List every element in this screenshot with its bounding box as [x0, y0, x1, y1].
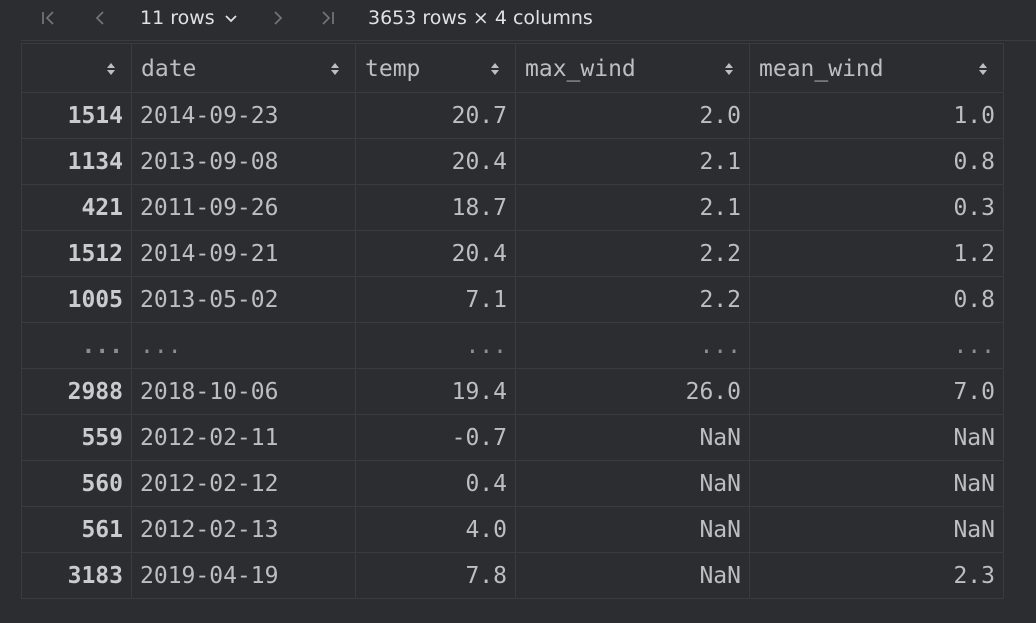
- pagination-toolbar: 11 rows 3653 rows × 4 columns: [21, 0, 1036, 41]
- temp-cell[interactable]: 18.7: [355, 184, 516, 231]
- temp-cell[interactable]: 20.7: [355, 92, 516, 139]
- column-header-date[interactable]: date: [131, 43, 356, 93]
- row-index-cell: 3183: [21, 552, 132, 599]
- column-header-label: date: [141, 55, 197, 82]
- row-index-cell: 559: [21, 414, 132, 461]
- mean-wind-cell[interactable]: 0.3: [749, 184, 1004, 231]
- mean-wind-cell[interactable]: 2.3: [749, 552, 1004, 599]
- max-wind-cell[interactable]: 2.2: [515, 230, 750, 277]
- temp-cell[interactable]: 4.0: [355, 506, 516, 553]
- sort-icon[interactable]: [723, 45, 735, 92]
- chevron-left-icon: [95, 11, 104, 25]
- column-header-temp[interactable]: temp: [355, 43, 516, 93]
- sort-icon[interactable]: [329, 45, 341, 92]
- column-header-label: mean_wind: [759, 55, 884, 82]
- row-index-cell: 1134: [21, 138, 132, 185]
- row-index-cell: 1512: [21, 230, 132, 277]
- date-cell: ...: [131, 322, 356, 369]
- mean-wind-cell[interactable]: 1.2: [749, 230, 1004, 277]
- rows-per-page-value: 11 rows: [140, 7, 215, 29]
- temp-cell[interactable]: 20.4: [355, 230, 516, 277]
- ellipsis-row: ... ... ... ... ...: [21, 322, 1004, 369]
- mean-wind-cell[interactable]: 7.0: [749, 368, 1004, 415]
- sort-icon[interactable]: [105, 45, 117, 92]
- mean-wind-cell[interactable]: NaN: [749, 460, 1004, 507]
- table-row[interactable]: 1005 2013-05-02 7.1 2.2 0.8: [21, 276, 1004, 323]
- date-cell[interactable]: 2014-09-21: [131, 230, 356, 277]
- date-cell[interactable]: 2013-09-08: [131, 138, 356, 185]
- table-row[interactable]: 560 2012-02-12 0.4 NaN NaN: [21, 460, 1004, 507]
- date-cell[interactable]: 2012-02-12: [131, 460, 356, 507]
- row-index-cell: 1005: [21, 276, 132, 323]
- date-cell[interactable]: 2018-10-06: [131, 368, 356, 415]
- max-wind-cell[interactable]: NaN: [515, 506, 750, 553]
- temp-cell[interactable]: 20.4: [355, 138, 516, 185]
- table-row[interactable]: 2988 2018-10-06 19.4 26.0 7.0: [21, 368, 1004, 415]
- table-shape-summary: 3653 rows × 4 columns: [368, 7, 593, 29]
- mean-wind-cell[interactable]: NaN: [749, 414, 1004, 461]
- table-row[interactable]: 3183 2019-04-19 7.8 NaN 2.3: [21, 552, 1004, 599]
- date-cell[interactable]: 2012-02-13: [131, 506, 356, 553]
- max-wind-cell[interactable]: 2.2: [515, 276, 750, 323]
- first-page-button[interactable]: [35, 0, 63, 36]
- mean-wind-cell[interactable]: NaN: [749, 506, 1004, 553]
- temp-cell: ...: [355, 322, 516, 369]
- max-wind-cell[interactable]: 26.0: [515, 368, 750, 415]
- row-index-cell: 1514: [21, 92, 132, 139]
- data-table: date temp max_wind mean_wind 1514 2014-0…: [21, 43, 1004, 599]
- table-row[interactable]: 559 2012-02-11 -0.7 NaN NaN: [21, 414, 1004, 461]
- row-index-cell: 560: [21, 460, 132, 507]
- mean-wind-cell[interactable]: 0.8: [749, 276, 1004, 323]
- temp-cell[interactable]: -0.7: [355, 414, 516, 461]
- column-header-label: temp: [365, 55, 421, 82]
- date-cell[interactable]: 2014-09-23: [131, 92, 356, 139]
- row-index-cell: ...: [21, 322, 132, 369]
- temp-cell[interactable]: 19.4: [355, 368, 516, 415]
- mean-wind-cell: ...: [749, 322, 1004, 369]
- table-row[interactable]: 421 2011-09-26 18.7 2.1 0.3: [21, 184, 1004, 231]
- max-wind-cell[interactable]: 2.0: [515, 92, 750, 139]
- first-page-icon: [42, 11, 54, 25]
- temp-cell[interactable]: 7.8: [355, 552, 516, 599]
- last-page-button[interactable]: [313, 0, 341, 36]
- sort-icon[interactable]: [977, 45, 989, 92]
- table-row[interactable]: 1134 2013-09-08 20.4 2.1 0.8: [21, 138, 1004, 185]
- max-wind-cell: ...: [515, 322, 750, 369]
- mean-wind-cell[interactable]: 1.0: [749, 92, 1004, 139]
- prev-page-button[interactable]: [87, 0, 113, 36]
- row-index-cell: 2988: [21, 368, 132, 415]
- date-cell[interactable]: 2013-05-02: [131, 276, 356, 323]
- column-header-mean-wind[interactable]: mean_wind: [749, 43, 1004, 93]
- date-cell[interactable]: 2019-04-19: [131, 552, 356, 599]
- chevron-down-icon: [223, 10, 239, 26]
- max-wind-cell[interactable]: NaN: [515, 460, 750, 507]
- max-wind-cell[interactable]: NaN: [515, 414, 750, 461]
- next-page-button[interactable]: [265, 0, 291, 36]
- left-gutter: [0, 0, 21, 623]
- column-header-label: max_wind: [525, 55, 636, 82]
- table-row[interactable]: 1514 2014-09-23 20.7 2.0 1.0: [21, 92, 1004, 139]
- table-row[interactable]: 561 2012-02-13 4.0 NaN NaN: [21, 506, 1004, 553]
- max-wind-cell[interactable]: 2.1: [515, 138, 750, 185]
- max-wind-cell[interactable]: NaN: [515, 552, 750, 599]
- dataframe-viewer: 11 rows 3653 rows × 4 columns date temp …: [0, 0, 1036, 623]
- date-cell[interactable]: 2011-09-26: [131, 184, 356, 231]
- temp-cell[interactable]: 7.1: [355, 276, 516, 323]
- chevron-right-icon: [274, 11, 283, 25]
- column-header-index[interactable]: [21, 43, 132, 93]
- row-index-cell: 421: [21, 184, 132, 231]
- header-row: date temp max_wind mean_wind: [21, 43, 1004, 93]
- row-index-cell: 561: [21, 506, 132, 553]
- date-cell[interactable]: 2012-02-11: [131, 414, 356, 461]
- rows-per-page-select[interactable]: 11 rows: [140, 0, 239, 36]
- column-header-max-wind[interactable]: max_wind: [515, 43, 750, 93]
- last-page-icon: [322, 11, 334, 25]
- table-row[interactable]: 1512 2014-09-21 20.4 2.2 1.2: [21, 230, 1004, 277]
- temp-cell[interactable]: 0.4: [355, 460, 516, 507]
- mean-wind-cell[interactable]: 0.8: [749, 138, 1004, 185]
- max-wind-cell[interactable]: 2.1: [515, 184, 750, 231]
- sort-icon[interactable]: [489, 45, 501, 92]
